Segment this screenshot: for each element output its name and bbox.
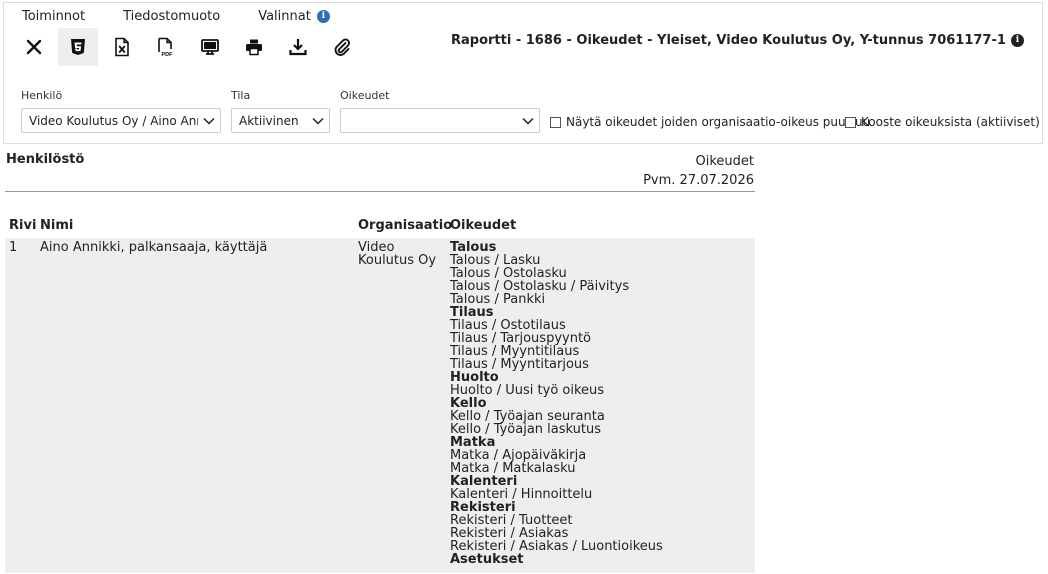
close-button[interactable] — [14, 28, 54, 66]
summary-checkbox-label: Kooste oikeuksista (aktiiviset) — [861, 115, 1040, 129]
excel-export-button[interactable] — [102, 28, 142, 66]
rights-item: Kello / Työajan laskutus — [450, 422, 602, 437]
report-date: Pvm. 27.07.2026 — [643, 173, 754, 188]
chevron-down-icon — [307, 109, 329, 132]
header-oikeudet: Oikeudet — [450, 217, 517, 233]
pdf-file-icon: PDF — [158, 37, 174, 57]
cell-organisaatio: Video Koulutus Oy — [356, 241, 448, 573]
rights-table: Rivi Nimi Organisaatio Oikeudet 1 Aino A… — [5, 212, 755, 573]
chevron-down-icon — [517, 109, 539, 132]
rights-group-heading: Asetukset — [450, 552, 524, 567]
excel-file-icon — [115, 37, 129, 57]
checkbox-box[interactable] — [550, 116, 561, 128]
tila-label: Tila — [231, 89, 251, 102]
report-title: Raportti - 1686 - Oikeudet - Yleiset, Vi… — [451, 33, 1024, 48]
menu-tiedostomuoto[interactable]: Tiedostomuoto — [123, 9, 220, 24]
section-meta: Oikeudet Pvm. 27.07.2026 — [643, 152, 754, 190]
menu-valinnat[interactable]: Valinnat i — [258, 9, 330, 24]
toolbar: PDF — [14, 28, 366, 66]
paperclip-icon — [334, 38, 350, 56]
section-title: Henkilöstö — [6, 152, 85, 167]
oikeudet-select[interactable] — [340, 108, 540, 133]
html5-icon — [71, 39, 85, 55]
header-rivi: Rivi — [9, 217, 37, 233]
header-nimi: Nimi — [40, 217, 74, 233]
info-icon[interactable]: i — [1010, 34, 1024, 47]
rights-item: Talous / Pankki — [450, 292, 546, 307]
screen-view-button[interactable] — [190, 28, 230, 66]
missing-org-checkbox-label: Näytä oikeudet joiden organisaatio-oikeu… — [566, 115, 871, 129]
header-organisaatio: Organisaatio — [358, 217, 453, 233]
henkilo-select[interactable]: Video Koulutus Oy / Aino Annikki — [21, 108, 221, 133]
report-title-text: Raportti - 1686 - Oikeudet - Yleiset, Vi… — [451, 33, 1006, 48]
rights-item: Huolto / Uusi työ oikeus — [450, 383, 605, 398]
summary-checkbox[interactable]: Kooste oikeuksista (aktiiviset) — [845, 115, 1040, 129]
henkilo-select-value: Video Koulutus Oy / Aino Annikki — [29, 113, 198, 128]
divider — [5, 191, 755, 192]
henkilo-label: Henkilö — [21, 89, 63, 102]
tila-select[interactable]: Aktiivinen — [231, 108, 330, 133]
svg-text:PDF: PDF — [162, 52, 174, 57]
printer-icon — [246, 39, 262, 56]
print-button[interactable] — [234, 28, 274, 66]
download-icon — [289, 39, 307, 56]
chevron-down-icon — [198, 109, 220, 132]
pdf-export-button[interactable]: PDF — [146, 28, 186, 66]
close-icon — [26, 39, 42, 55]
cell-oikeudet: Talous Talous / Lasku Talous / Ostolasku Ta… — [448, 241, 755, 573]
menu-toiminnot[interactable]: Toiminnot — [22, 9, 85, 24]
menu-valinnat-label: Valinnat — [258, 8, 311, 24]
attach-button[interactable] — [322, 28, 362, 66]
missing-org-checkbox[interactable]: Näytä oikeudet joiden organisaatio-oikeu… — [550, 115, 870, 129]
cell-nimi: Aino Annikki, palkansaaja, käyttäjä — [40, 240, 268, 255]
html-export-button[interactable] — [58, 28, 98, 66]
menu-bar: Toiminnot Tiedostomuoto Valinnat i — [22, 5, 330, 27]
tila-select-value: Aktiivinen — [239, 113, 299, 128]
org-line: Koulutus Oy — [358, 253, 437, 268]
download-button[interactable] — [278, 28, 318, 66]
cell-rivi: 1 — [9, 240, 18, 255]
monitor-icon — [201, 39, 219, 55]
checkbox-box[interactable] — [845, 116, 856, 128]
section-right-title: Oikeudet — [695, 154, 755, 169]
info-icon[interactable]: i — [316, 9, 330, 23]
oikeudet-label: Oikeudet — [340, 89, 390, 102]
table-header: Rivi Nimi Organisaatio Oikeudet — [5, 212, 755, 238]
table-row: 1 Aino Annikki, palkansaaja, käyttäjä Vi… — [5, 238, 755, 573]
